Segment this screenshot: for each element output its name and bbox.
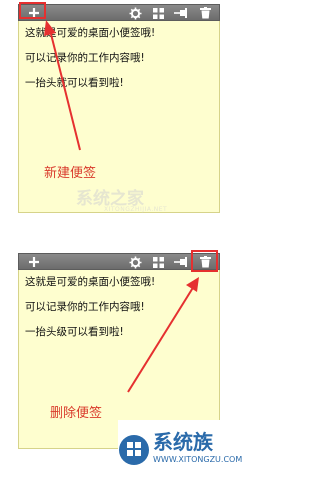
watermark-logo-text: 系统族 (153, 430, 213, 454)
arrow-to-add-button (44, 20, 81, 151)
watermark-top-url: XITONGZHIJIA.NET (104, 206, 168, 213)
caption-new-note: 新建便签 (44, 166, 97, 181)
watermark-logo-url: WWW.XITONGZU.COM (153, 455, 243, 464)
annotation-arrows (44, 20, 199, 393)
caption-delete-note: 删除便签 (50, 406, 103, 421)
arrow-to-delete-button (127, 277, 199, 393)
